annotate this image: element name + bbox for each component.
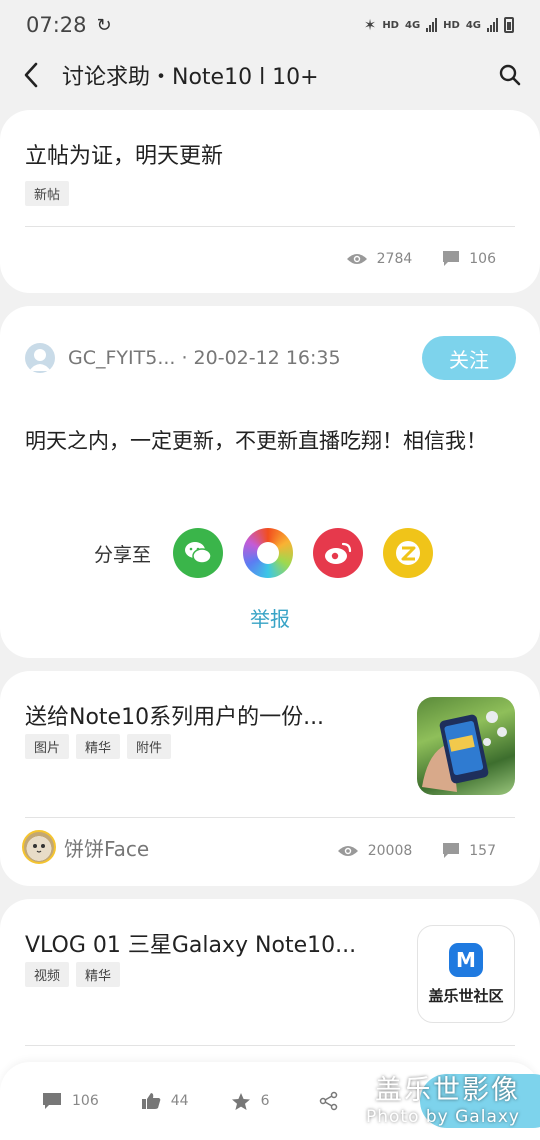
qzone-icon — [396, 541, 421, 565]
sync-icon: ↻ — [96, 14, 112, 36]
report-link[interactable]: 举报 — [0, 603, 540, 632]
divider — [25, 817, 515, 818]
divider — [25, 226, 515, 227]
thread-stats: 2784 106 — [346, 250, 496, 267]
status-icons: ✶ HD 4G HD 4G — [364, 16, 514, 34]
tag-featured: 精华 — [76, 962, 121, 987]
related-author-name[interactable]: 饼饼Face — [64, 833, 149, 862]
comment-icon — [43, 1093, 61, 1109]
vlog-post-title[interactable]: VLOG 01 三星Galaxy Note10... — [25, 927, 356, 959]
search-icon — [499, 64, 521, 86]
comments-count: 157 — [469, 842, 496, 859]
community-logo-text: 盖乐世社区 — [428, 986, 504, 1005]
battery-icon — [504, 17, 514, 33]
comments-stat: 106 — [442, 250, 496, 267]
comment-icon — [443, 843, 460, 858]
moments-icon — [257, 542, 280, 564]
post-detail-card: GC_FYIT5... · 20-02-12 16:35 关注 明天之内，一定更… — [0, 306, 540, 658]
related-author-row[interactable]: 饼饼Face — [22, 830, 149, 864]
comment-icon — [443, 251, 460, 266]
weibo-icon — [325, 542, 352, 564]
related-post-stats: 20008 157 — [337, 842, 496, 859]
comments-count: 106 — [469, 250, 496, 267]
views-stat: 2784 — [346, 250, 413, 267]
net-label-2: 4G — [404, 19, 421, 31]
post-thumbnail[interactable]: M 盖乐世社区 — [417, 925, 515, 1023]
share-label: 分享至 — [94, 543, 152, 566]
signal-icon — [426, 18, 438, 32]
top-app-bar: 讨论求助・Note10 l 10+ — [0, 50, 540, 100]
page-title: 讨论求助・Note10 l 10+ — [62, 65, 319, 90]
cat-icon — [33, 844, 45, 853]
watermark-line-2: Photo by Galaxy — [365, 1107, 520, 1127]
tag-video: 视频 — [25, 962, 70, 987]
tag-image: 图片 — [25, 734, 70, 759]
status-bar: 07:28 ↻ ✶ HD 4G HD 4G — [0, 0, 540, 50]
avatar[interactable] — [25, 343, 55, 373]
thread-tags: 新帖 — [25, 181, 70, 206]
user-icon — [29, 349, 51, 371]
divider — [25, 1045, 515, 1046]
related-post-tags: 图片 精华 附件 — [25, 734, 172, 759]
related-post-card[interactable]: 送给Note10系列用户的一份... 图片 精华 附件 饼饼Face 20008… — [0, 671, 540, 886]
watermark-line-1: 盖乐世影像 — [375, 1075, 520, 1106]
eye-icon — [346, 253, 367, 264]
tag-featured: 精华 — [76, 734, 121, 759]
views-count: 20008 — [367, 842, 413, 859]
views-stat: 20008 — [337, 842, 413, 859]
net-label-4: 4G — [465, 19, 481, 31]
eye-icon — [337, 845, 358, 856]
related-post-title[interactable]: 送给Note10系列用户的一份... — [25, 699, 324, 731]
tag-attachment: 附件 — [127, 734, 172, 759]
comment-action[interactable]: 106 — [42, 1092, 99, 1110]
wechat-icon — [185, 542, 212, 564]
share-moments-button[interactable] — [243, 528, 294, 578]
bluetooth-icon: ✶ — [363, 16, 377, 34]
favorite-count: 6 — [260, 1093, 270, 1109]
share-icon — [320, 1091, 338, 1111]
follow-button[interactable]: 关注 — [422, 336, 516, 380]
vlog-post-tags: 视频 精华 — [25, 962, 121, 987]
camera-watermark: 盖乐世影像 Photo by Galaxy — [366, 1068, 520, 1127]
search-button[interactable] — [480, 50, 540, 100]
status-time: 07:28 — [26, 13, 87, 37]
share-weibo-button[interactable] — [313, 528, 364, 578]
author-row: GC_FYIT5... · 20-02-12 16:35 关注 — [25, 336, 516, 380]
thread-header-card: 立帖为证，明天更新 新帖 2784 106 — [0, 110, 540, 293]
author-name[interactable]: GC_FYIT5... — [68, 347, 175, 369]
post-thumbnail[interactable] — [417, 697, 515, 795]
back-arrow-icon — [24, 62, 38, 88]
views-count: 2784 — [376, 250, 413, 267]
net-label-1: HD — [382, 19, 399, 31]
net-label-3: HD — [443, 19, 460, 31]
share-wechat-button[interactable] — [173, 528, 224, 578]
comment-count: 106 — [72, 1093, 99, 1109]
community-logo-icon: M — [449, 942, 483, 977]
comments-stat: 157 — [442, 842, 496, 859]
post-body: 明天之内，一定更新，不更新直播吃翔！相信我！ — [25, 429, 487, 453]
post-timestamp: · 20-02-12 16:35 — [181, 347, 341, 369]
like-count: 44 — [170, 1093, 189, 1109]
avatar[interactable] — [22, 830, 56, 864]
like-action[interactable]: 44 — [141, 1092, 189, 1110]
thread-title: 立帖为证，明天更新 — [25, 144, 224, 169]
favorite-action[interactable]: 6 — [231, 1092, 270, 1111]
phone-in-hand-image — [422, 711, 507, 792]
thumbs-up-icon — [141, 1093, 161, 1109]
share-row: 分享至 — [0, 528, 540, 578]
tag-new[interactable]: 新帖 — [25, 181, 70, 206]
share-qzone-button[interactable] — [383, 528, 434, 578]
signal-icon-2 — [487, 18, 498, 32]
back-button[interactable] — [0, 50, 62, 100]
star-icon — [231, 1092, 250, 1110]
share-action[interactable] — [319, 1091, 339, 1111]
